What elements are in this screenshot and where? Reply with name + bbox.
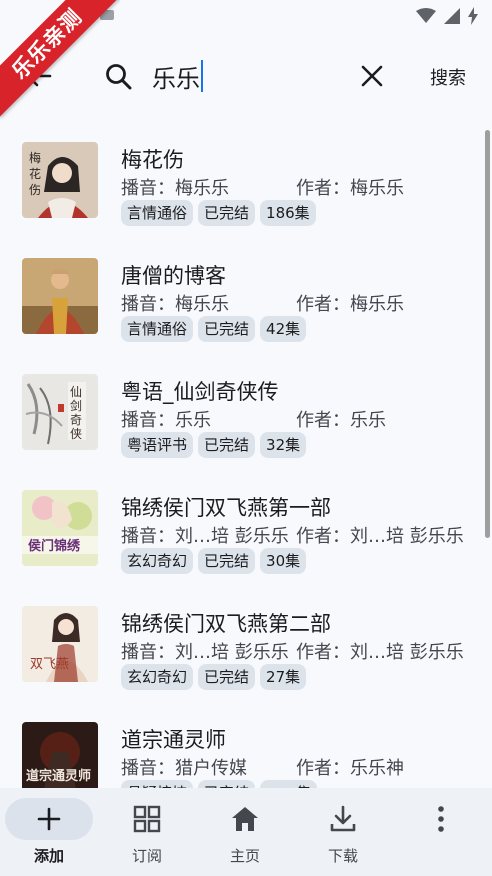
download-icon [330, 805, 356, 832]
book-author: 作者：梅乐乐 [296, 294, 404, 315]
status-tag: 已完结 [198, 780, 256, 788]
nav-more[interactable] [392, 788, 490, 876]
text-cursor [201, 60, 203, 92]
book-author: 作者：乐乐 [296, 410, 386, 431]
close-icon [361, 65, 383, 87]
home-icon [232, 807, 258, 831]
corner-ribbon: 乐乐亲测 [0, 0, 120, 120]
list-item[interactable]: 侯门锦绣 锦绣侯门双飞燕第一部 播音：刘…培 彭乐乐 作者：刘…培 彭乐乐 玄幻… [0, 478, 480, 578]
book-title: 梅花伤 [121, 148, 184, 172]
episode-count-tag: 42集 [260, 316, 307, 342]
nav-label: 添加 [33, 847, 64, 865]
genre-tag: 言情通俗 [121, 316, 194, 342]
nav-label: 订阅 [131, 847, 162, 865]
nav-subscriptions[interactable]: 订阅 [98, 788, 196, 876]
book-cover: 双飞燕 [22, 606, 98, 682]
list-item[interactable]: 仙 剑 奇 侠 粤语_仙剑奇侠传 播音：乐乐 作者：乐乐 粤语评书 已完结 32… [0, 362, 480, 462]
nav-add[interactable]: 添加 [0, 788, 98, 876]
svg-text:仙: 仙 [70, 385, 82, 399]
book-tags: 粤语评书 已完结 32集 [121, 432, 307, 458]
book-narrator: 播音：梅乐乐 [121, 294, 229, 315]
svg-text:侠: 侠 [70, 427, 82, 441]
episode-count-tag: ……集 [260, 780, 318, 788]
genre-tag: 悬疑惊悚 [121, 780, 194, 788]
grid-icon [133, 805, 161, 833]
wifi-icon [416, 8, 436, 23]
list-item[interactable]: 道宗通灵师 道宗通灵师 播音：猎户传媒 作者：乐乐神 悬疑惊悚 已完结 ……集 [0, 710, 480, 788]
status-tag: 已完结 [198, 316, 256, 342]
svg-text:梅: 梅 [29, 150, 41, 165]
book-author: 作者：刘…培 彭乐乐 [296, 642, 464, 663]
status-indicators [416, 7, 478, 25]
svg-text:奇: 奇 [70, 413, 82, 427]
svg-text:剑: 剑 [70, 398, 82, 413]
book-cover: 梅 花 伤 [22, 142, 98, 218]
nav-label: 下载 [327, 847, 358, 865]
status-tag: 已完结 [198, 200, 256, 226]
episode-count-tag: 27集 [260, 664, 307, 690]
bottom-navigation: 添加 订阅 主页 下载 [0, 788, 492, 876]
svg-text:侯门锦绣: 侯门锦绣 [28, 538, 81, 554]
search-button[interactable]: 搜索 [430, 64, 466, 90]
book-cover: 仙 剑 奇 侠 [22, 374, 98, 450]
episode-count-tag: 30集 [260, 548, 307, 574]
list-item[interactable]: 梅 花 伤 梅花伤 播音：梅乐乐 作者：梅乐乐 言情通俗 已完结 186集 [0, 130, 480, 230]
signal-icon [444, 8, 460, 24]
book-tags: 悬疑惊悚 已完结 ……集 [121, 780, 318, 788]
book-title: 锦绣侯门双飞燕第二部 [121, 612, 331, 636]
svg-text:道宗通灵师: 道宗通灵师 [26, 768, 91, 784]
clear-button[interactable] [356, 58, 388, 94]
svg-text:花: 花 [29, 166, 41, 181]
book-narrator: 播音：乐乐 [121, 410, 211, 431]
book-title: 锦绣侯门双飞燕第一部 [121, 496, 331, 520]
book-title: 粤语_仙剑奇侠传 [121, 380, 279, 404]
book-narrator: 播音：猎户传媒 [121, 758, 247, 779]
status-tag: 已完结 [198, 664, 256, 690]
book-title: 唐僧的博客 [121, 264, 226, 288]
book-tags: 言情通俗 已完结 42集 [121, 316, 307, 342]
nav-label: 主页 [229, 847, 260, 865]
nav-download[interactable]: 下载 [294, 788, 392, 876]
scrollbar-thumb[interactable] [485, 130, 490, 538]
svg-text:伤: 伤 [29, 183, 41, 197]
book-tags: 玄幻奇幻 已完结 27集 [121, 664, 307, 690]
book-author: 作者：乐乐神 [296, 758, 404, 779]
book-cover: 侯门锦绣 [22, 490, 98, 566]
genre-tag: 言情通俗 [121, 200, 194, 226]
episode-count-tag: 186集 [260, 200, 316, 226]
episode-count-tag: 32集 [260, 432, 307, 458]
more-vertical-icon [438, 806, 444, 832]
nav-home[interactable]: 主页 [196, 788, 294, 876]
book-cover: 道宗通灵师 [22, 722, 98, 788]
book-narrator: 播音：刘…培 彭乐乐 [121, 642, 289, 663]
battery-icon [468, 7, 478, 25]
svg-text:双飞燕: 双飞燕 [30, 657, 69, 672]
book-tags: 玄幻奇幻 已完结 30集 [121, 548, 307, 574]
list-item[interactable]: 双飞燕 锦绣侯门双飞燕第二部 播音：刘…培 彭乐乐 作者：刘…培 彭乐乐 玄幻奇… [0, 594, 480, 694]
book-author: 作者：刘…培 彭乐乐 [296, 526, 464, 547]
search-input[interactable] [152, 56, 342, 96]
results-list[interactable]: 梅 花 伤 梅花伤 播音：梅乐乐 作者：梅乐乐 言情通俗 已完结 186集 唐僧 [0, 130, 492, 788]
ribbon-text: 乐乐亲测 [0, 0, 120, 117]
list-item[interactable]: 唐僧的博客 播音：梅乐乐 作者：梅乐乐 言情通俗 已完结 42集 [0, 246, 480, 346]
book-narrator: 播音：梅乐乐 [121, 178, 229, 199]
plus-icon [37, 807, 61, 831]
book-cover [22, 258, 98, 334]
book-author: 作者：梅乐乐 [296, 178, 404, 199]
genre-tag: 粤语评书 [121, 432, 194, 458]
status-tag: 已完结 [198, 432, 256, 458]
book-title: 道宗通灵师 [121, 728, 226, 752]
status-tag: 已完结 [198, 548, 256, 574]
genre-tag: 玄幻奇幻 [121, 664, 194, 690]
book-narrator: 播音：刘…培 彭乐乐 [121, 526, 289, 547]
genre-tag: 玄幻奇幻 [121, 548, 194, 574]
book-tags: 言情通俗 已完结 186集 [121, 200, 316, 226]
